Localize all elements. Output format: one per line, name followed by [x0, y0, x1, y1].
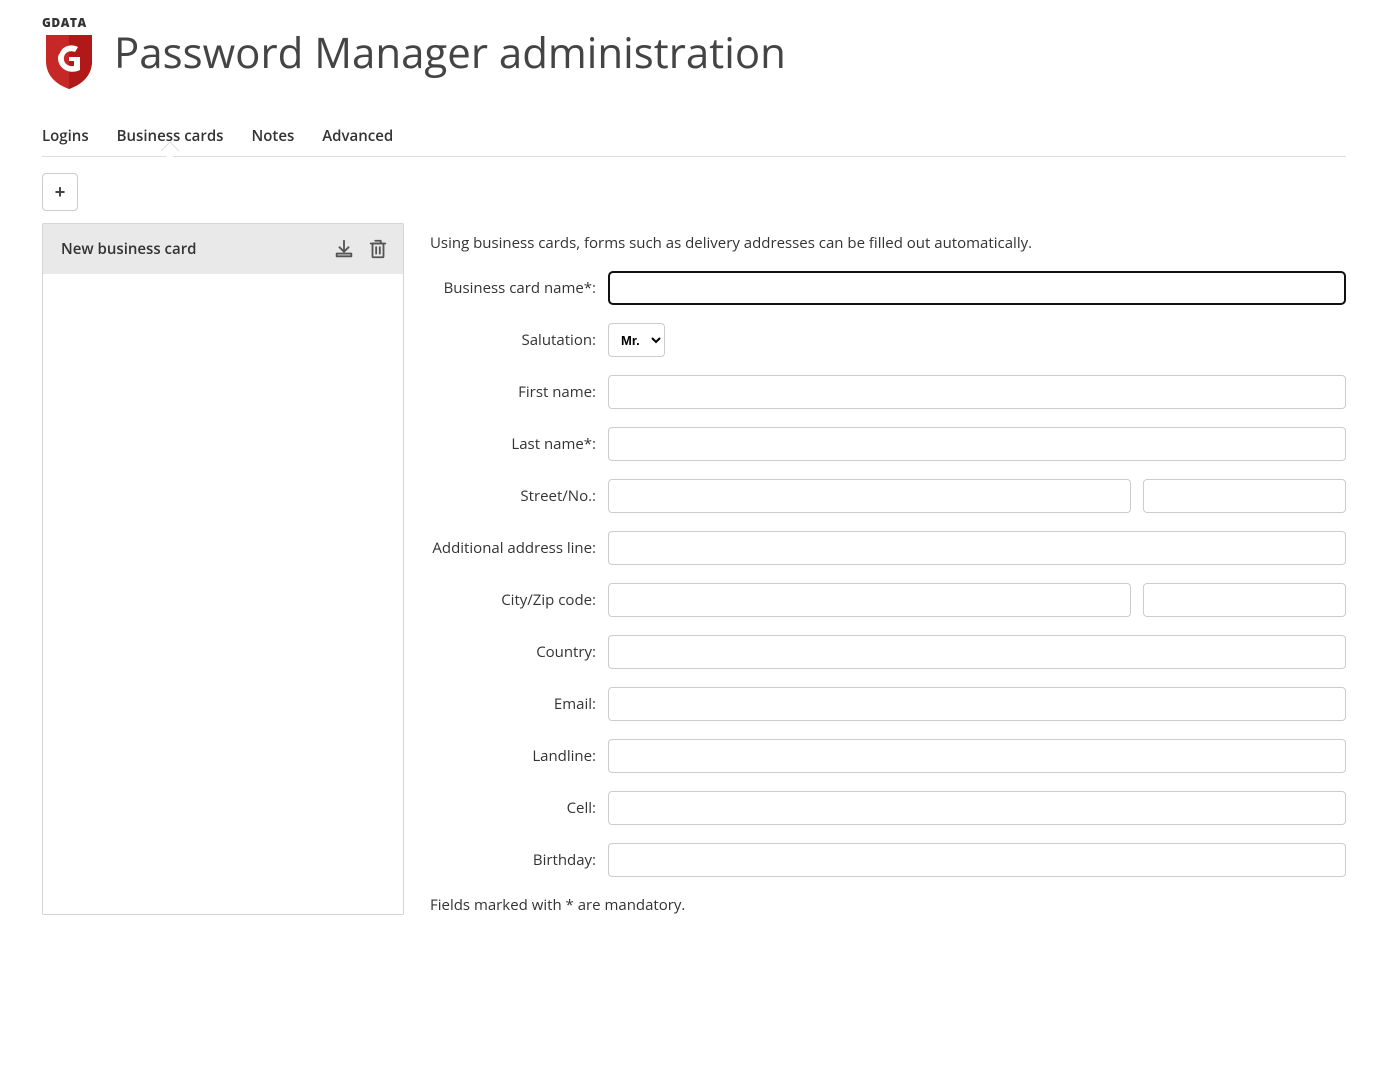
tab-logins[interactable]: Logins: [42, 116, 89, 156]
label-addl-address: Additional address line:: [430, 538, 608, 558]
zip-input[interactable]: [1143, 583, 1346, 617]
birthday-input[interactable]: [608, 843, 1346, 877]
first-name-input[interactable]: [608, 375, 1346, 409]
cell-input[interactable]: [608, 791, 1346, 825]
label-email: Email:: [430, 694, 608, 714]
label-country: Country:: [430, 642, 608, 662]
form-hint: Using business cards, forms such as deli…: [430, 233, 1346, 253]
label-first-name: First name:: [430, 382, 608, 402]
delete-icon[interactable]: [367, 238, 389, 260]
label-salutation: Salutation:: [430, 330, 608, 350]
card-item-title: New business card: [61, 239, 197, 259]
form-footnote: Fields marked with * are mandatory.: [430, 895, 1346, 915]
toolbar: +: [42, 173, 1346, 211]
addl-address-input[interactable]: [608, 531, 1346, 565]
header: GDATA Password Manager administration: [42, 16, 1346, 88]
salutation-select[interactable]: Mr.: [608, 323, 665, 357]
tab-business-cards[interactable]: Business cards: [117, 116, 224, 156]
city-input[interactable]: [608, 583, 1131, 617]
street-input[interactable]: [608, 479, 1131, 513]
sidebar: New business card: [42, 223, 404, 915]
save-icon[interactable]: [333, 238, 355, 260]
label-landline: Landline:: [430, 746, 608, 766]
last-name-input[interactable]: [608, 427, 1346, 461]
brand-logo: GDATA: [42, 16, 96, 88]
list-item[interactable]: New business card: [43, 224, 403, 274]
brand-text: GDATA: [42, 14, 96, 31]
page-title: Password Manager administration: [114, 24, 786, 81]
label-street-no: Street/No.:: [430, 486, 608, 506]
label-card-name: Business card name*:: [430, 278, 608, 298]
label-birthday: Birthday:: [430, 850, 608, 870]
shield-icon: [42, 33, 96, 91]
landline-input[interactable]: [608, 739, 1346, 773]
card-name-input[interactable]: [608, 271, 1346, 305]
tab-advanced[interactable]: Advanced: [322, 116, 393, 156]
label-cell: Cell:: [430, 798, 608, 818]
label-last-name: Last name*:: [430, 434, 608, 454]
email-input[interactable]: [608, 687, 1346, 721]
label-city-zip: City/Zip code:: [430, 590, 608, 610]
add-button[interactable]: +: [42, 173, 78, 211]
tabs: Logins Business cards Notes Advanced: [42, 116, 1346, 157]
form: Using business cards, forms such as deli…: [430, 223, 1346, 915]
tab-notes[interactable]: Notes: [251, 116, 294, 156]
street-no-input[interactable]: [1143, 479, 1346, 513]
country-input[interactable]: [608, 635, 1346, 669]
